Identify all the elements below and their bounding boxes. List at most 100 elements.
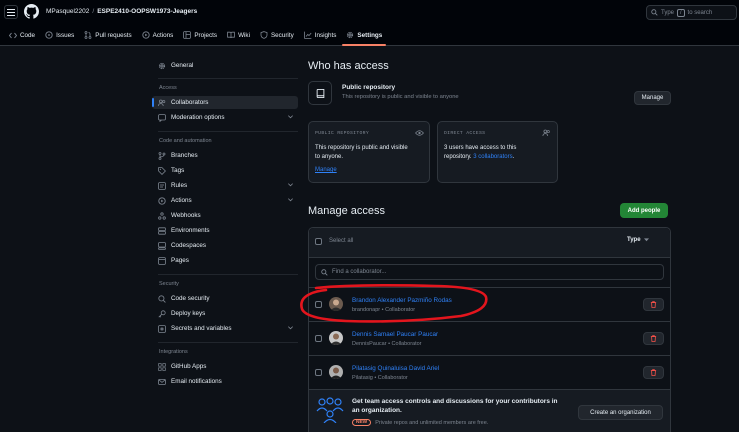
sidebar-item-secrets[interactable]: Secrets and variables [152, 322, 298, 335]
sidebar-item-rules[interactable]: Rules [152, 179, 298, 192]
sidebar-item-moderation[interactable]: Moderation options [152, 111, 298, 124]
sidebar-item-label: Collaborators [171, 99, 209, 106]
asterisk-icon [158, 324, 166, 333]
select-all-label: Select all [329, 238, 354, 244]
sidebar-item-environments[interactable]: Environments [152, 224, 298, 237]
sidebar-item-webhooks[interactable]: Webhooks [152, 209, 298, 222]
direct-card-text-line: repository. 3 collaborators. [444, 153, 516, 162]
report-icon [158, 113, 166, 122]
sidebar-item-codespaces[interactable]: Codespaces [152, 239, 298, 252]
sidebar-item-actions[interactable]: Actions [152, 194, 298, 207]
sidebar-item-branches[interactable]: Branches [152, 149, 298, 162]
chevron-down-icon [288, 183, 293, 187]
sidebar-heading-integrations: Integrations [159, 349, 188, 355]
tab-issues[interactable]: Issues [40, 29, 79, 41]
remove-collaborator-button[interactable] [643, 298, 664, 311]
apps-icon [158, 362, 166, 371]
remove-collaborator-button[interactable] [643, 332, 664, 345]
table-icon [183, 31, 192, 39]
visibility-title: Public repository [342, 84, 396, 91]
sidebar-item-deploy-keys[interactable]: Deploy keys [152, 307, 298, 320]
code-icon [9, 32, 17, 38]
sidebar-item-code-security[interactable]: Code security [152, 292, 298, 305]
avatar[interactable] [329, 331, 343, 345]
tab-pull-requests[interactable]: Pull requests [79, 29, 136, 41]
remove-collaborator-button[interactable] [643, 366, 664, 379]
row-checkbox[interactable] [315, 369, 322, 376]
gear-icon [347, 31, 354, 39]
sidebar-item-tags[interactable]: Tags [152, 164, 298, 177]
repo-link[interactable]: ESPE2410-OOPSW1973-Jeagers [97, 8, 197, 15]
divider [158, 78, 298, 79]
mail-icon [158, 378, 166, 385]
trash-icon [650, 301, 657, 308]
org-banner-subtitle: Private repos and unlimited members are … [375, 419, 489, 426]
collaborator-name[interactable]: Dennis Samael Paucar Paucar [352, 331, 438, 338]
avatar[interactable] [329, 365, 343, 379]
tab-wiki[interactable]: Wiki [222, 29, 255, 41]
collaborator-role: Collaborator [391, 341, 422, 347]
tab-security[interactable]: Security [255, 29, 299, 41]
search-icon [321, 268, 328, 276]
rules-icon [158, 181, 166, 190]
org-banner-title: Get team access controls and discussions… [352, 398, 558, 415]
sidebar-item-label: Moderation options [171, 114, 225, 121]
menu-button[interactable] [4, 5, 18, 19]
collaborator-name[interactable]: Pilatasig Quinaluisa David Ariel [352, 365, 439, 372]
tab-label: Code [20, 31, 36, 39]
owner-link[interactable]: MPasquel2202 [46, 8, 89, 15]
sidebar-item-general[interactable]: General [152, 59, 298, 72]
new-badge: NEW [352, 419, 372, 426]
direct-card-label: DIRECT ACCESS [444, 131, 486, 136]
divider [308, 355, 671, 356]
gear-icon [158, 62, 166, 69]
find-collaborator-input[interactable]: Find a collaborator... [315, 264, 664, 280]
select-all-checkbox[interactable] [315, 238, 322, 245]
tab-projects[interactable]: Projects [178, 29, 222, 41]
branch-icon [158, 151, 166, 160]
search-prefix: Type [661, 9, 675, 16]
row-checkbox[interactable] [315, 335, 322, 342]
sidebar-item-label: Webhooks [171, 212, 201, 219]
find-collaborator-placeholder: Find a collaborator... [332, 269, 387, 275]
sidebar-heading-access: Access [159, 85, 177, 91]
visibility-desc: This repository is public and visible to… [342, 94, 459, 100]
who-has-access-title: Who has access [308, 60, 389, 72]
divider [308, 257, 671, 258]
sidebar-item-collaborators[interactable]: Collaborators [152, 96, 298, 109]
add-people-button[interactable]: Add people [620, 203, 668, 218]
chevron-down-icon [288, 326, 293, 330]
sidebar-item-email-notifications[interactable]: Email notifications [152, 375, 298, 388]
divider [158, 131, 298, 132]
chevron-down-icon [288, 198, 293, 202]
tab-label: Security [270, 31, 294, 39]
github-logo-icon[interactable] [24, 4, 39, 19]
tab-actions[interactable]: Actions [137, 29, 179, 41]
collaborator-username: Pilatasig [352, 375, 373, 381]
manage-visibility-button[interactable]: Manage [634, 91, 671, 105]
sidebar-item-pages[interactable]: Pages [152, 254, 298, 267]
search-input[interactable]: Type / to search [646, 5, 737, 20]
sidebar-item-label: Branches [171, 152, 198, 159]
tab-label: Wiki [238, 31, 250, 39]
eye-icon [415, 130, 424, 136]
direct-card-text: 3 users have access to this repository. … [444, 144, 516, 162]
sidebar-item-label: Tags [171, 167, 185, 174]
public-card-label: PUBLIC REPOSITORY [315, 131, 370, 136]
key-icon [158, 309, 166, 317]
org-banner-title-line: Get team access controls and discussions… [352, 398, 558, 405]
sidebar-item-label: Pages [171, 257, 189, 264]
server-icon [158, 226, 166, 235]
repo-icon-box [308, 81, 332, 105]
sidebar-item-label: Codespaces [171, 242, 207, 249]
public-card-manage-link[interactable]: Manage [315, 167, 337, 173]
tab-insights[interactable]: Insights [299, 29, 342, 41]
tab-code[interactable]: Code [4, 29, 40, 41]
create-organization-button[interactable]: Create an organization [578, 405, 663, 420]
tab-settings[interactable]: Settings [341, 29, 387, 46]
type-filter[interactable]: Type [627, 237, 649, 243]
collaborators-count-link[interactable]: 3 collaborators [473, 154, 512, 160]
play-icon [158, 196, 166, 205]
sidebar-item-github-apps[interactable]: GitHub Apps [152, 360, 298, 373]
divider [158, 274, 298, 275]
